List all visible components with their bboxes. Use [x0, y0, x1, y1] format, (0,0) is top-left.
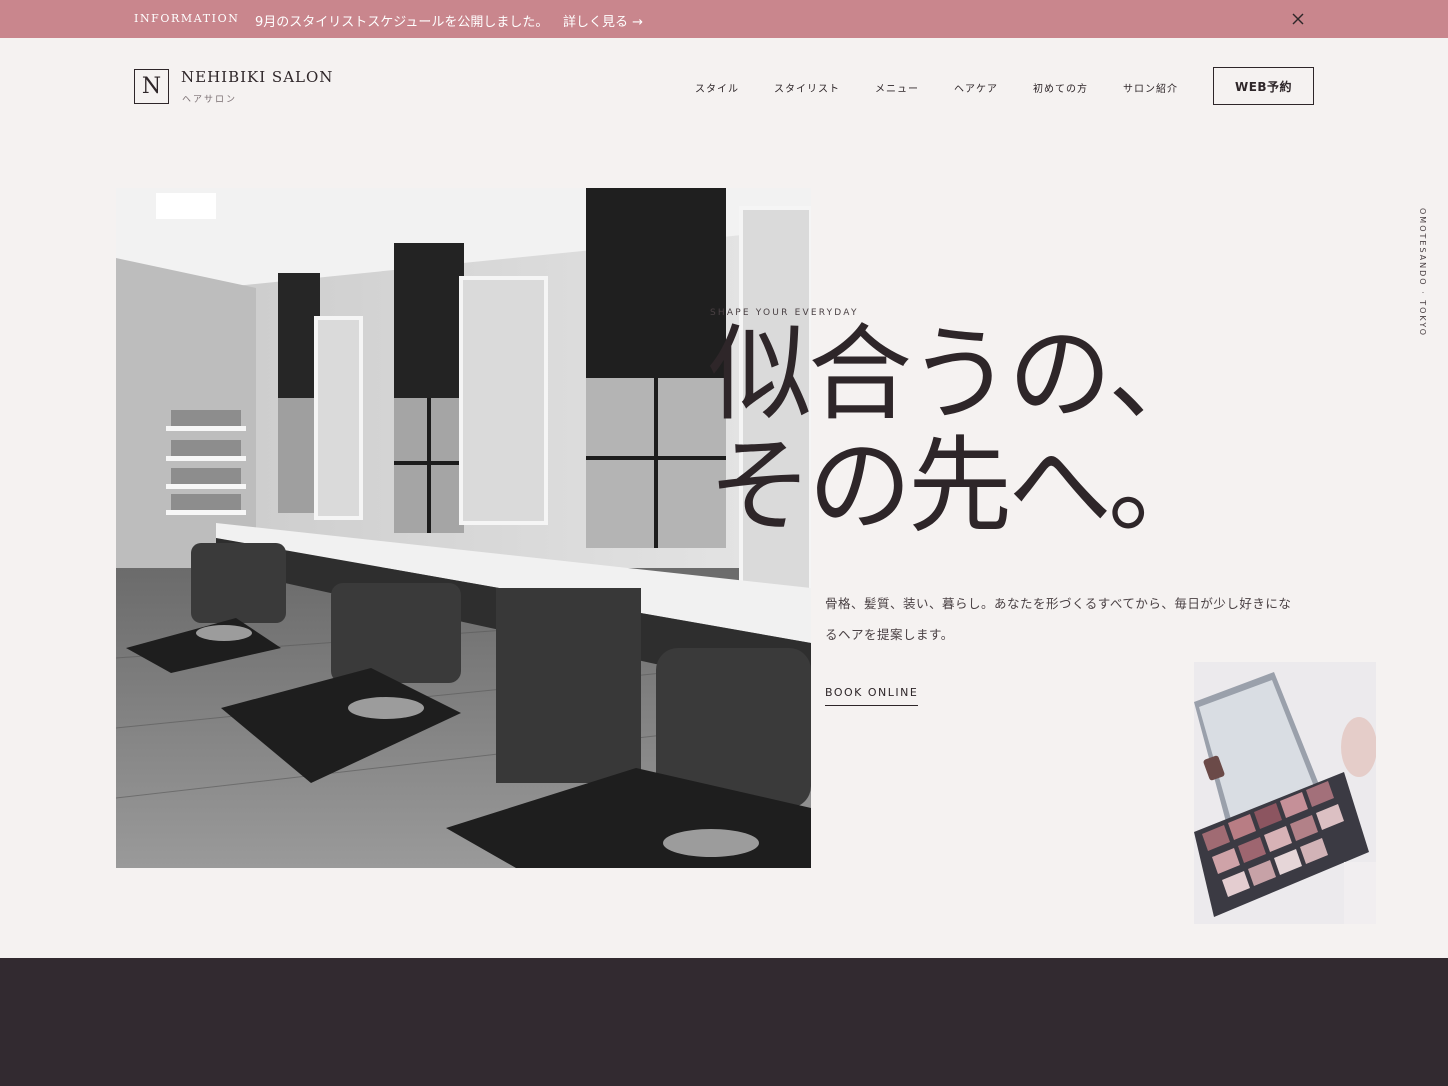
- close-icon[interactable]: [1290, 11, 1306, 27]
- hero-lead-text: 骨格、髪質、装い、暮らし。あなたを形づくるすべてから、毎日が少し好きになるヘアを…: [825, 596, 1292, 642]
- book-online-link[interactable]: BOOK ONLINE: [825, 686, 919, 706]
- information-details-link[interactable]: 詳しく見る →: [563, 11, 643, 30]
- nav-item-first-visit[interactable]: 初めての方: [1033, 80, 1088, 95]
- salon-interior-image: [116, 188, 811, 868]
- hero-headline-line-1: 似合うの、: [708, 313, 1212, 435]
- dark-section-band: [0, 958, 1448, 1086]
- nav-item-style[interactable]: スタイル: [695, 80, 739, 95]
- nav-item-salon-info[interactable]: サロン紹介: [1123, 80, 1178, 95]
- information-label: INFORMATION: [134, 12, 240, 25]
- information-bar: INFORMATION 9月のスタイリストスケジュールを公開しました。 詳しく見…: [0, 0, 1448, 38]
- hero-headline: 似合うの、 その先へ。: [708, 313, 1212, 547]
- makeup-palette-image: [1194, 662, 1376, 924]
- hero-headline-line-2: その先へ。: [708, 425, 1212, 547]
- web-reservation-button[interactable]: WEB予約: [1213, 67, 1314, 105]
- information-text: 9月のスタイリストスケジュールを公開しました。: [255, 15, 549, 30]
- nav-item-menu[interactable]: メニュー: [875, 80, 919, 95]
- location-vertical-text: OMOTESANDO · TOKYO: [1418, 208, 1427, 338]
- nav-item-stylist[interactable]: スタイリスト: [774, 80, 840, 95]
- nav-item-haircare[interactable]: ヘアケア: [954, 80, 998, 95]
